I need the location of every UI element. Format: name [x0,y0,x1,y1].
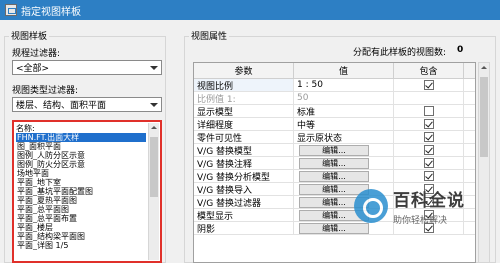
parameter-name: V/G 替换分析模型 [194,170,294,182]
edit-button[interactable]: 编辑... [299,157,369,169]
template-list-item[interactable]: 平面_基坑平面配置图 [16,187,146,196]
include-cell [394,131,464,143]
assigned-views-count: 0 [457,45,464,55]
include-checkbox[interactable] [423,80,434,90]
parameter-value[interactable]: 显示原状态 [294,131,394,143]
view-type-filter-value: 楼层、结构、面积平面 [16,101,107,111]
template-list-item[interactable]: FHN.FT.出面大样 [16,133,146,142]
view-properties-group-title: 视图属性 [189,29,230,42]
parameter-name: 显示模型 [194,105,294,117]
discipline-filter-dropdown[interactable]: <全部> [12,60,162,75]
include-cell [394,92,464,104]
table-row: 详细程度 中等 [194,118,475,131]
include-cell [394,170,464,182]
parameter-name: 详细程度 [194,118,294,130]
scroll-up-arrow-icon[interactable] [149,123,159,133]
scrollbar-thumb[interactable] [150,137,158,197]
view-templates-group-title: 视图样板 [9,29,50,42]
listbox-scrollbar[interactable] [148,123,159,260]
include-checkbox[interactable] [423,171,434,181]
properties-scrollbar[interactable] [478,62,490,263]
table-row: 零件可见性 显示原状态 [194,131,475,144]
table-row: 比例值 1: 50 [194,92,475,105]
include-checkbox[interactable] [423,119,434,129]
template-list-item[interactable]: 图例_人防分区示意 [16,151,146,160]
include-cell [394,144,464,156]
view-type-filter-label: 视图类型过滤器: [12,86,79,96]
include-cell [394,105,464,117]
template-list-item[interactable]: 平面_总平面图 [16,205,146,214]
parameter-name: V/G 替换导入 [194,183,294,195]
template-list-item[interactable]: 平面_结构梁平面图 [16,232,146,241]
template-list-item[interactable]: 平面_夏热平面图 [16,196,146,205]
parameter-value-cell: 编辑... [294,170,394,182]
scrollbar-thumb[interactable] [480,77,488,157]
table-row: V/G 替换模型 编辑... [194,144,475,157]
watermark-main-text: 百科全说 [393,191,465,211]
table-header: 参数 值 包含 [194,63,475,79]
view-type-filter-dropdown[interactable]: 楼层、结构、面积平面 [12,97,162,112]
parameter-name: 阴影 [194,222,294,234]
include-checkbox[interactable] [423,106,434,116]
template-list-item[interactable]: 图_面积平面 [16,142,146,151]
template-list-item[interactable]: 平面_详图 1/5 [16,241,146,250]
include-checkbox[interactable] [423,145,434,155]
parameter-name: V/G 替换模型 [194,144,294,156]
watermark-logo-icon [354,189,388,223]
edit-button[interactable]: 编辑... [299,170,369,182]
edit-button[interactable]: 编辑... [299,144,369,156]
column-header-value: 值 [294,63,394,78]
parameter-name: V/G 替换过滤器 [194,196,294,208]
template-list-item[interactable]: 场地平面 [16,169,146,178]
window-title: 指定视图样板 [21,6,81,18]
chevron-down-icon [149,100,159,109]
include-cell [394,157,464,169]
watermark-sub-text: 助你轻松解决 [393,216,448,226]
parameter-value[interactable]: 标准 [294,105,394,117]
table-row: 显示模型 标准 [194,105,475,118]
assigned-views-label: 分配有此样板的视图数: [353,48,447,58]
template-list-item[interactable]: 平面_总平面布置 [16,214,146,223]
column-header-include: 包含 [394,63,464,78]
parameter-value[interactable]: 1 : 50 [294,79,394,91]
include-cell [394,118,464,130]
discipline-filter-label: 规程过滤器: [12,49,61,59]
title-bar: 指定视图样板 [0,0,500,20]
watermark: 百科全说 助你轻松解决 [354,182,480,230]
scroll-up-arrow-icon[interactable] [479,63,489,73]
table-row: V/G 替换注释 编辑... [194,157,475,170]
template-list-item[interactable]: 图例_防火分区示意 [16,160,146,169]
parameter-name: 零件可见性 [194,131,294,143]
parameter-name: 视图比例 [194,79,294,91]
template-list-item[interactable]: 平面_地下室 [16,178,146,187]
parameter-value-cell: 编辑... [294,157,394,169]
app-icon [5,4,17,16]
include-checkbox[interactable] [423,158,434,168]
properties-table: 参数 值 包含 视图比例 1 : 50 比例值 1: 50 显示模型 标准 详细程度 中等 零件… [193,62,476,263]
include-checkbox[interactable] [423,132,434,142]
parameter-name: V/G 替换注释 [194,157,294,169]
template-list-item[interactable]: 平面_楼层 [16,223,146,232]
column-header-parameter: 参数 [194,63,294,78]
parameter-name: 模型显示 [194,209,294,221]
include-cell [394,79,464,91]
parameter-value-cell: 编辑... [294,144,394,156]
parameter-name: 比例值 1: [194,92,294,104]
parameter-value[interactable]: 中等 [294,118,394,130]
discipline-filter-value: <全部> [16,64,50,74]
parameter-value: 50 [294,92,394,104]
table-row: 视图比例 1 : 50 [194,79,475,92]
template-name-listbox[interactable]: 名称: FHN.FT.出面大样 图_面积平面 图例_人防分区示意 图例_防火分区示意场… [12,120,162,263]
chevron-down-icon [149,63,159,72]
